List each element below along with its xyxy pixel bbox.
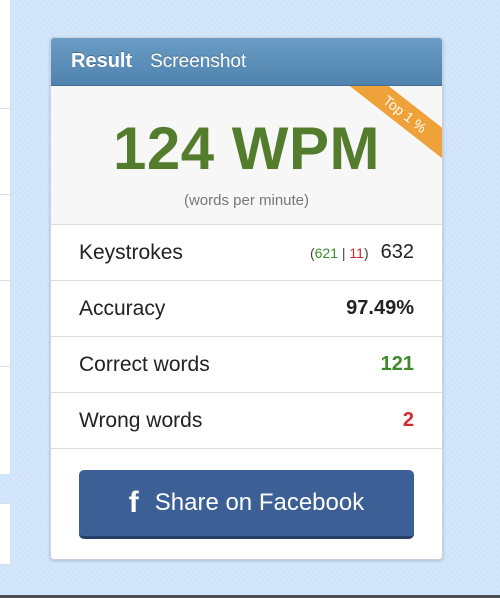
- keystrokes-label: Keystrokes: [79, 240, 183, 264]
- keystrokes-breakdown: (621 | 11): [310, 245, 369, 261]
- share-facebook-button[interactable]: f Share on Facebook: [79, 470, 414, 539]
- result-card: Result Screenshot 124 WPM (words per min…: [50, 37, 443, 560]
- correct-words-label: Correct words: [79, 352, 210, 376]
- paren-close: ): [363, 245, 369, 261]
- tab-screenshot[interactable]: Screenshot: [150, 51, 246, 73]
- divider: [0, 366, 10, 367]
- accuracy-value: 97.49%: [346, 297, 414, 319]
- facebook-icon: f: [128, 486, 139, 519]
- wrong-words-label: Wrong words: [79, 408, 203, 432]
- stat-row-correct-words: Correct words 121: [51, 337, 442, 393]
- keystrokes-total: 632: [380, 241, 414, 263]
- card-header: Result Screenshot: [51, 38, 442, 86]
- stat-row-accuracy: Accuracy 97.49%: [51, 281, 442, 337]
- background-page-panel-lower: [0, 503, 11, 565]
- keystrokes-separator: |: [341, 245, 346, 261]
- background-page-panel: [0, 0, 11, 474]
- wpm-section: 124 WPM (words per minute) Top 1 %: [51, 86, 442, 225]
- correct-words-value: 121: [380, 353, 414, 375]
- wrong-words-value: 2: [402, 409, 414, 431]
- keystrokes-values: (621 | 11) 632: [310, 241, 414, 264]
- share-section: f Share on Facebook: [51, 449, 442, 539]
- stat-row-keystrokes: Keystrokes (621 | 11) 632: [51, 225, 442, 281]
- stat-row-wrong-words: Wrong words 2: [51, 393, 442, 449]
- accuracy-label: Accuracy: [79, 296, 166, 320]
- tab-result[interactable]: Result: [71, 50, 132, 73]
- keystrokes-wrong: 11: [349, 245, 364, 261]
- divider: [0, 280, 10, 281]
- divider: [0, 194, 10, 195]
- keystrokes-correct: 621: [314, 245, 338, 261]
- wpm-caption: (words per minute): [183, 192, 310, 209]
- share-facebook-label: Share on Facebook: [154, 489, 365, 516]
- divider: [0, 108, 10, 109]
